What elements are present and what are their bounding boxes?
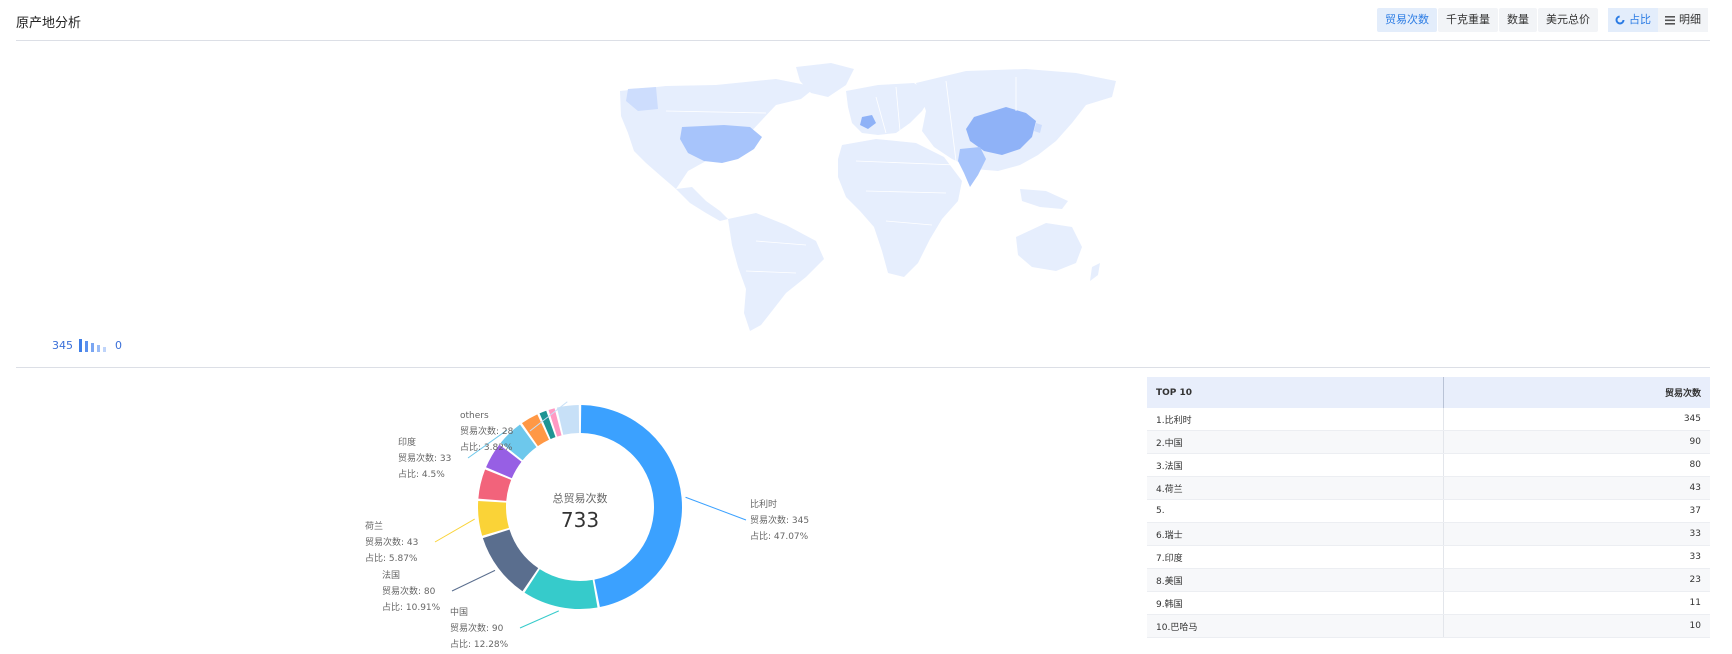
table-cell-name: 8.美国 <box>1147 568 1445 592</box>
donut-slice[interactable] <box>580 405 683 608</box>
tab-detail[interactable]: 明细 <box>1658 8 1708 32</box>
label-leader-line <box>519 610 559 629</box>
map-india[interactable] <box>958 147 986 187</box>
donut-slice[interactable] <box>478 501 510 536</box>
table-cell-value: 11 <box>1443 591 1710 615</box>
table-cell-name: 3.法国 <box>1147 453 1445 477</box>
slice-label-value: 贸易次数: 33 <box>398 452 451 464</box>
slice-label-name: 法国 <box>382 569 400 581</box>
slice-label-value: 贸易次数: 90 <box>450 622 504 634</box>
slice-label-percent: 占比: 10.91% <box>382 601 441 613</box>
table-cell-name: 1.比利时 <box>1147 408 1445 431</box>
table-row[interactable]: 9.韩国 11 <box>1147 591 1710 615</box>
donut-center-value: 733 <box>561 508 599 532</box>
view-tabs: 占比 明细 <box>1608 8 1708 32</box>
tab-share-label: 占比 <box>1629 13 1651 26</box>
table-cell-value: 37 <box>1443 499 1710 523</box>
table-cell-name: 9.韩国 <box>1147 591 1445 615</box>
legend-max: 345 <box>52 338 73 352</box>
table-cell-value: 80 <box>1443 453 1710 477</box>
tab-share[interactable]: 占比 <box>1608 8 1658 32</box>
table-cell-name: 4.荷兰 <box>1147 476 1445 500</box>
world-map <box>620 63 1116 331</box>
slice-label-value: 贸易次数: 80 <box>382 585 436 597</box>
map-legend: 345 0 <box>52 338 122 352</box>
table-cell-value: 23 <box>1443 568 1710 592</box>
donut-icon <box>1615 15 1625 25</box>
table-cell-value: 33 <box>1443 545 1710 569</box>
slice-label-value: 贸易次数: 28 <box>460 425 514 437</box>
table-header-row: TOP 10 贸易次数 <box>1147 377 1710 408</box>
table-cell-name: 2.中国 <box>1147 430 1445 454</box>
table-row[interactable]: 1.比利时 345 <box>1147 408 1710 431</box>
donut-chart: 比利时贸易次数: 345 占比: 47.07% 中国贸易次数: 90 占比: 12.2… <box>365 401 809 650</box>
table-cell-value: 90 <box>1443 430 1710 454</box>
world-map-panel: 345 0 <box>16 41 1710 368</box>
slice-label-percent: 占比: 4.5% <box>398 468 445 480</box>
table-row[interactable]: 8.美国 23 <box>1147 568 1710 592</box>
slice-label-percent: 占比: 47.07% <box>750 530 809 542</box>
slice-label-name: 比利时 <box>750 498 777 510</box>
slice-label-percent: 占比: 5.87% <box>365 552 418 564</box>
table-header-count[interactable]: 贸易次数 <box>1443 377 1710 408</box>
panel-header: 原产地分析 贸易次数 千克重量 数量 美元总价 占比 明细 <box>16 0 1710 41</box>
table-header-rank[interactable]: TOP 10 <box>1147 377 1445 408</box>
slice-label-value: 贸易次数: 43 <box>365 536 418 548</box>
table-row[interactable]: 5. 37 <box>1147 499 1710 523</box>
table-cell-value: 33 <box>1443 522 1710 546</box>
label-leader-line <box>451 569 496 592</box>
tab-detail-label: 明细 <box>1679 13 1701 26</box>
table-row[interactable]: 10.巴哈马 10 <box>1147 614 1710 638</box>
tab-trade-count[interactable]: 贸易次数 <box>1377 8 1437 32</box>
table-cell-name: 5. <box>1147 499 1445 523</box>
legend-scale[interactable] <box>79 338 109 352</box>
map-southeast-asia[interactable] <box>1020 189 1068 209</box>
tab-quantity[interactable]: 数量 <box>1499 8 1537 32</box>
donut-slice[interactable] <box>524 569 598 609</box>
slice-label-percent: 占比: 12.28% <box>450 638 509 650</box>
tab-weight-kg[interactable]: 千克重量 <box>1438 8 1498 32</box>
map-new-zealand[interactable] <box>1090 263 1100 281</box>
slice-label-value: 贸易次数: 345 <box>750 514 809 526</box>
metric-tabs: 贸易次数 千克重量 数量 美元总价 <box>1376 8 1598 32</box>
label-leader-line <box>685 496 747 521</box>
donut-slice[interactable] <box>482 529 539 592</box>
table-icon <box>1665 15 1675 25</box>
slice-label-name: 印度 <box>398 436 416 448</box>
slice-label-name: 中国 <box>450 606 468 618</box>
table-cell-value: 345 <box>1443 408 1710 431</box>
slice-label-name: 荷兰 <box>365 520 383 532</box>
donut-panel: 比利时贸易次数: 345 占比: 47.07% 中国贸易次数: 90 占比: 12.2… <box>0 370 1130 650</box>
table-cell-name: 6.瑞士 <box>1147 522 1445 546</box>
map-australia[interactable] <box>1016 223 1082 271</box>
page-title: 原产地分析 <box>16 16 82 31</box>
table-row[interactable]: 3.法国 80 <box>1147 453 1710 477</box>
legend-min: 0 <box>115 338 122 352</box>
donut-center-label: 总贸易次数 <box>553 491 608 505</box>
map-africa[interactable] <box>838 139 962 277</box>
table-cell-name: 10.巴哈马 <box>1147 614 1445 638</box>
table-cell-name: 7.印度 <box>1147 545 1445 569</box>
top10-table: TOP 10 贸易次数 1.比利时 345 2.中国 90 3.法国 80 4.荷兰 43 5.… <box>1147 377 1710 638</box>
table-row[interactable]: 4.荷兰 43 <box>1147 476 1710 500</box>
table-row[interactable]: 7.印度 33 <box>1147 545 1710 569</box>
tab-usd-total[interactable]: 美元总价 <box>1538 8 1598 32</box>
slice-label-percent: 占比: 3.82% <box>460 441 513 453</box>
table-row[interactable]: 2.中国 90 <box>1147 430 1710 454</box>
slice-label-name: others <box>460 411 489 421</box>
table-row[interactable]: 6.瑞士 33 <box>1147 522 1710 546</box>
table-cell-value: 10 <box>1443 614 1710 638</box>
table-cell-value: 43 <box>1443 476 1710 500</box>
map-central-america[interactable] <box>676 187 728 221</box>
label-leader-line <box>434 518 475 543</box>
